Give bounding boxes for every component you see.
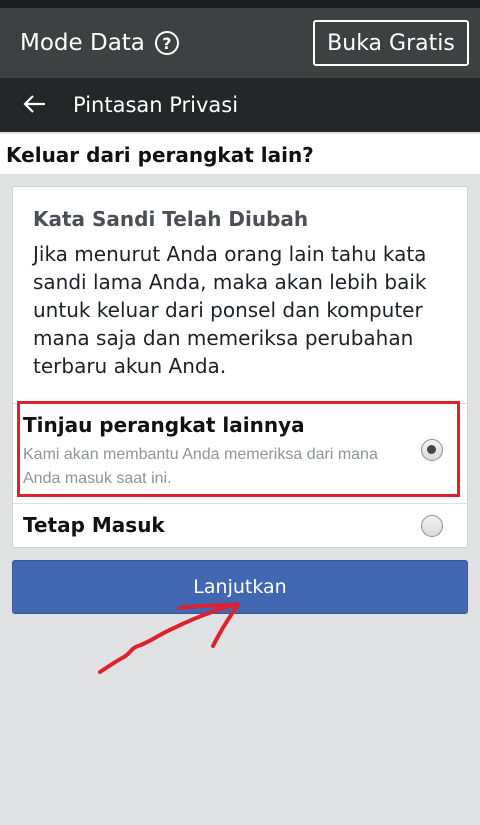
question-header: Keluar dari perangkat lain? (0, 134, 480, 174)
continue-button[interactable]: Lanjutkan (12, 560, 468, 614)
option-label: Tetap Masuk (23, 513, 165, 537)
help-icon[interactable]: ? (154, 31, 179, 55)
divider (13, 503, 469, 504)
page-title: Pintasan Privasi (73, 93, 239, 117)
annotation-highlight-box (17, 401, 460, 497)
data-mode-label: Mode Data (20, 30, 145, 56)
card-title: Kata Sandi Telah Diubah (33, 207, 309, 231)
data-mode-title: Mode Data ? (20, 30, 179, 56)
data-mode-bar: Mode Data ? Buka Gratis (0, 8, 480, 78)
status-bar (0, 0, 480, 8)
back-arrow-icon[interactable] (22, 90, 48, 118)
card-description: Jika menurut Anda orang lain tahu kata s… (33, 242, 427, 378)
radio-unselected[interactable] (421, 515, 443, 537)
option-stay-logged-in[interactable]: Tetap Masuk (13, 505, 469, 549)
question-text: Keluar dari perangkat lain? (6, 143, 314, 167)
navigation-bar: Pintasan Privasi (0, 78, 480, 132)
open-free-button[interactable]: Buka Gratis (313, 20, 469, 66)
